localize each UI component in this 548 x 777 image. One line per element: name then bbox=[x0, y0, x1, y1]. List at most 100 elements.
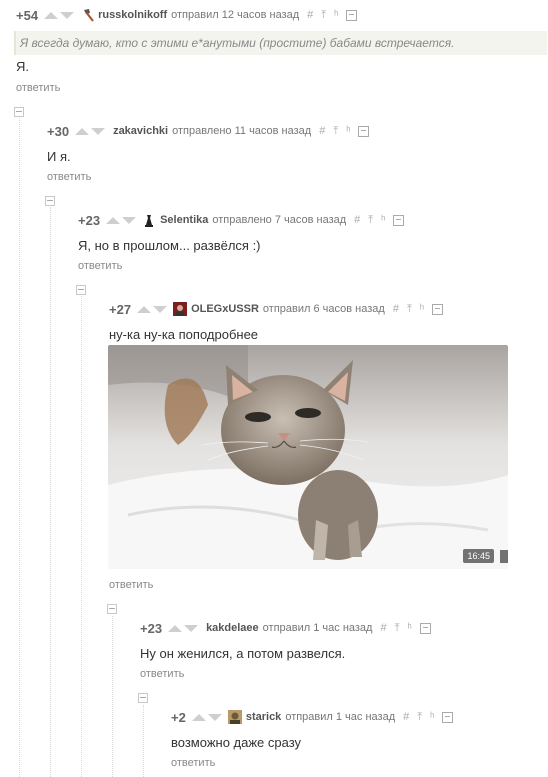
comment-text: Я. bbox=[16, 59, 29, 74]
branch-icon[interactable]: ʰ bbox=[334, 9, 338, 21]
save-icon[interactable] bbox=[432, 303, 444, 315]
save-icon[interactable] bbox=[358, 125, 370, 137]
downvote-icon[interactable] bbox=[184, 624, 199, 632]
thread-line bbox=[112, 616, 113, 777]
comment-rating: +30 bbox=[47, 123, 70, 139]
vote-controls bbox=[44, 11, 75, 19]
comment-header: +30 zakavichki отправлено 11 часов назад… bbox=[47, 121, 370, 141]
user-avatar bbox=[227, 710, 242, 724]
save-icon[interactable] bbox=[346, 9, 358, 21]
collapse-thread-icon[interactable] bbox=[107, 604, 117, 614]
upvote-icon[interactable] bbox=[75, 127, 90, 135]
comment-text: ну-ка ну-ка поподробнее bbox=[109, 327, 259, 342]
comment-text: Я, но в прошлом... развёлся :) bbox=[78, 238, 261, 253]
save-icon[interactable] bbox=[419, 622, 431, 634]
upvote-icon[interactable] bbox=[168, 624, 183, 632]
downvote-icon[interactable] bbox=[122, 216, 137, 224]
comment-rating: +23 bbox=[78, 212, 101, 228]
axe-icon bbox=[80, 8, 94, 22]
link-icon[interactable]: # bbox=[319, 125, 325, 137]
comment-actions: # ⤒ ʰ bbox=[393, 303, 444, 316]
branch-icon[interactable]: ʰ bbox=[346, 125, 350, 137]
thread-line bbox=[50, 207, 51, 777]
link-icon[interactable]: # bbox=[403, 711, 409, 723]
comment-author[interactable]: russkolnikoff bbox=[98, 9, 167, 21]
comment-time: отправил 6 часов назад bbox=[262, 303, 385, 315]
vote-controls bbox=[168, 624, 199, 632]
comment-time: отправил 1 час назад bbox=[262, 622, 373, 634]
comment-actions: # ⤒ ʰ bbox=[403, 711, 454, 724]
thread-line bbox=[81, 296, 82, 777]
cat-photo[interactable]: 16:45 bbox=[108, 345, 508, 569]
comment-rating: +54 bbox=[16, 7, 39, 23]
image-timestamp: 16:45 bbox=[463, 549, 494, 563]
comment-time: отправлено 11 часов назад bbox=[172, 125, 312, 137]
comment-header: +23 kakdelaee отправил 1 час назад # ⤒ ʰ bbox=[140, 618, 431, 638]
save-icon[interactable] bbox=[393, 214, 405, 226]
comment-rating: +2 bbox=[171, 709, 186, 725]
chess-piece-icon bbox=[142, 213, 156, 227]
collapse-thread-icon[interactable] bbox=[138, 693, 148, 703]
vote-controls bbox=[191, 713, 222, 721]
reply-link[interactable]: ответить bbox=[78, 260, 122, 272]
branch-icon[interactable]: ʰ bbox=[407, 622, 411, 634]
comment-author[interactable]: zakavichki bbox=[113, 125, 168, 137]
downvote-icon[interactable] bbox=[91, 127, 106, 135]
comment-time: отправлено 7 часов назад bbox=[212, 214, 347, 226]
reply-link[interactable]: ответить bbox=[109, 579, 153, 591]
go-to-parent-icon[interactable]: ⤒ bbox=[417, 711, 422, 724]
collapse-thread-icon[interactable] bbox=[76, 285, 86, 295]
go-to-parent-icon[interactable]: ⤒ bbox=[333, 125, 338, 138]
branch-icon[interactable]: ʰ bbox=[420, 303, 424, 315]
upvote-icon[interactable] bbox=[137, 305, 152, 313]
link-icon[interactable]: # bbox=[307, 9, 313, 21]
go-to-parent-icon[interactable]: ⤒ bbox=[395, 622, 400, 635]
comment-author[interactable]: Selentika bbox=[160, 214, 208, 226]
comment-author[interactable]: OLEGxUSSR bbox=[191, 303, 259, 315]
comment-actions: # ⤒ ʰ bbox=[307, 9, 358, 22]
branch-icon[interactable]: ʰ bbox=[381, 214, 385, 226]
collapse-thread-icon[interactable] bbox=[14, 107, 24, 117]
comment-header: +2 starick отправил 1 час назад # ⤒ ʰ bbox=[171, 707, 454, 727]
save-icon[interactable] bbox=[442, 711, 454, 723]
comment-actions: # ⤒ ʰ bbox=[380, 622, 431, 635]
comment-quote: Я всегда думаю, кто с этими е*анутыми (п… bbox=[14, 31, 547, 55]
link-icon[interactable]: # bbox=[380, 622, 386, 634]
comment-text: возможно даже сразу bbox=[171, 735, 302, 750]
upvote-icon[interactable] bbox=[191, 713, 206, 721]
downvote-icon[interactable] bbox=[207, 713, 222, 721]
link-icon[interactable]: # bbox=[354, 214, 360, 226]
downvote-icon[interactable] bbox=[153, 305, 168, 313]
go-to-parent-icon[interactable]: ⤒ bbox=[368, 214, 373, 227]
comment-rating: +23 bbox=[140, 620, 163, 636]
comment-header: +23 Selentika отправлено 7 часов назад #… bbox=[78, 210, 405, 230]
reply-link[interactable]: ответить bbox=[171, 757, 215, 769]
go-to-parent-icon[interactable]: ⤒ bbox=[407, 303, 412, 316]
comment-author[interactable]: starick bbox=[246, 711, 281, 723]
comment-text: И я. bbox=[47, 149, 71, 164]
comment-text: Ну он женился, а потом развелся. bbox=[140, 646, 346, 661]
comment-time: отправил 1 час назад bbox=[285, 711, 396, 723]
comment-actions: # ⤒ ʰ bbox=[354, 214, 405, 227]
reply-link[interactable]: ответить bbox=[140, 668, 184, 680]
vote-controls bbox=[137, 305, 168, 313]
comment-actions: # ⤒ ʰ bbox=[319, 125, 370, 138]
collapse-thread-icon[interactable] bbox=[45, 196, 55, 206]
vote-controls bbox=[75, 127, 106, 135]
upvote-icon[interactable] bbox=[44, 11, 59, 19]
go-to-parent-icon[interactable]: ⤒ bbox=[321, 9, 326, 22]
reply-link[interactable]: ответить bbox=[47, 171, 91, 183]
comment-header: +27 OLEGxUSSR отправил 6 часов назад # ⤒… bbox=[109, 299, 444, 319]
comment-time: отправил 12 часов назад bbox=[171, 9, 300, 21]
thread-line bbox=[143, 705, 144, 777]
thread-line bbox=[19, 118, 20, 777]
comment-header: +54 russkolnikoff отправил 12 часов наза… bbox=[16, 5, 358, 25]
comment-rating: +27 bbox=[109, 301, 132, 317]
image-more-badge bbox=[500, 550, 508, 563]
upvote-icon[interactable] bbox=[106, 216, 121, 224]
comment-author[interactable]: kakdelaee bbox=[206, 622, 259, 634]
branch-icon[interactable]: ʰ bbox=[430, 711, 434, 723]
reply-link[interactable]: ответить bbox=[16, 82, 60, 94]
downvote-icon[interactable] bbox=[60, 11, 75, 19]
link-icon[interactable]: # bbox=[393, 303, 399, 315]
